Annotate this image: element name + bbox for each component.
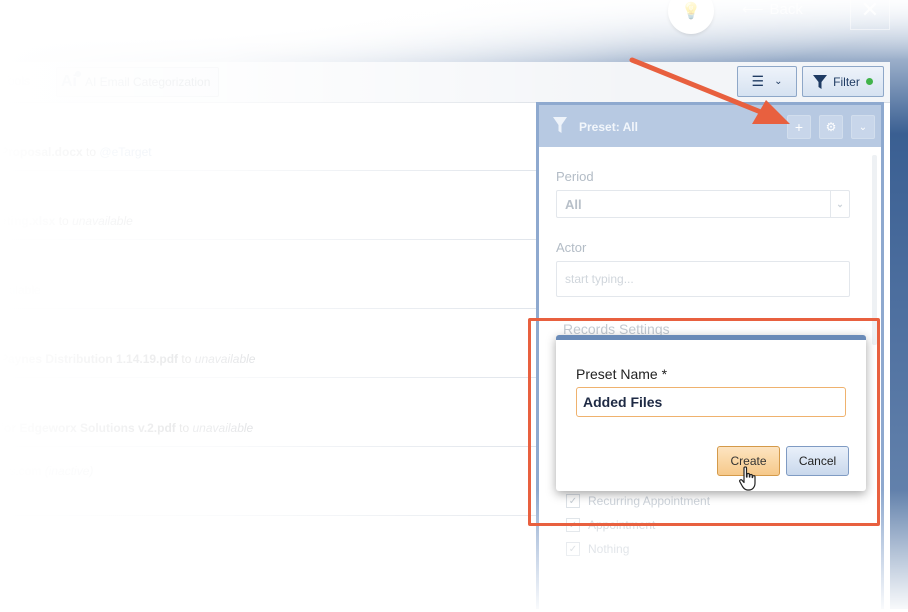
actor-label: Actor (556, 240, 587, 255)
chevron-down-icon: ⌄ (774, 76, 783, 87)
plus-icon: + (794, 119, 804, 135)
file-name: Paynes Distribution 1.14.19.pdf (0, 352, 179, 366)
hamburger-icon: ☰ (751, 73, 765, 89)
panel-scrollbar[interactable] (872, 155, 877, 345)
filter-active-dot (865, 78, 873, 85)
list-item[interactable]: Proposal.docx to @eTarget (0, 102, 538, 171)
funnel-icon (813, 74, 828, 89)
checkbox-checked-icon[interactable]: ✓ (566, 542, 580, 556)
period-label: Period (556, 169, 594, 184)
list-item[interactable]: Paynes Distribution 1.14.19.pdf to unava… (0, 309, 538, 378)
connector: to (179, 421, 190, 435)
status-text: (inactive) (44, 464, 94, 478)
close-icon: ✕ (860, 0, 880, 22)
lightbulb-icon: 💡 (681, 3, 701, 20)
period-select[interactable]: All ⌄ (556, 190, 850, 218)
add-preset-button[interactable]: + (787, 115, 811, 139)
connector: to (58, 214, 69, 228)
file-name: Proposal.docx (0, 145, 83, 159)
actor-placeholder: start typing... (565, 272, 634, 286)
preset-name-dialog: Preset Name * Create Cancel (556, 335, 866, 491)
hand-pointer-icon (739, 466, 756, 491)
filter-panel-header: Preset: All + ⚙ ⌄ (539, 105, 881, 147)
list-item[interactable]: ies.com (inactive) (0, 447, 538, 516)
close-button[interactable]: ✕ (850, 0, 890, 30)
list-item[interactable]: vailable (0, 240, 538, 309)
back-label: Back (769, 0, 803, 18)
cancel-button[interactable]: Cancel (786, 446, 849, 476)
target-text: vailable (0, 283, 41, 297)
tab-tools[interactable]: Tools (2, 74, 30, 88)
target-text: unavailable (192, 421, 254, 435)
list-item[interactable]: ✓ Nothing (556, 537, 850, 561)
preset-settings-button[interactable]: ⚙ (819, 115, 843, 139)
preset-name-input[interactable] (576, 387, 846, 417)
tab-ai-label: AI Email Categorization (85, 75, 211, 89)
chevron-down-icon: ⌄ (858, 121, 868, 133)
connector: to (86, 145, 97, 159)
funnel-icon (553, 117, 567, 133)
back-button[interactable]: ⟵ Back (742, 0, 832, 24)
list-item[interactable]: eting.xlsx to unavailable (0, 171, 538, 240)
actor-input[interactable]: start typing... (556, 261, 850, 297)
toolbar: Tools Ai AI Email Categorization ☰ ⌄ Fil… (0, 62, 890, 103)
file-name: eting.xlsx (0, 214, 56, 228)
target-link[interactable]: @eTarget (99, 145, 151, 159)
list-item[interactable]: for Edgeworx Solutions v.2.pdf to unavai… (0, 378, 538, 447)
file-name: for Edgeworx Solutions v.2.pdf (0, 421, 176, 435)
menu-dropdown-button[interactable]: ☰ ⌄ (737, 66, 797, 97)
connector: to (181, 352, 192, 366)
chevron-down-icon: ⌄ (830, 191, 849, 217)
period-value: All (565, 197, 582, 212)
target-text: unavailable (72, 214, 133, 228)
preset-title: Preset: All (579, 120, 638, 134)
filter-label: Filter (833, 74, 860, 89)
email-text: ies.com (0, 464, 42, 478)
target-text: unavailable (194, 352, 256, 366)
ai-icon: Ai (61, 71, 81, 91)
filter-button[interactable]: Filter (802, 66, 884, 97)
preset-dropdown-button[interactable]: ⌄ (851, 115, 875, 139)
activity-list: Proposal.docx to @eTarget eting.xlsx to … (0, 102, 538, 516)
tab-ai-email-categorization[interactable]: Ai AI Email Categorization (56, 67, 220, 97)
gear-icon: ⚙ (825, 120, 837, 134)
preset-name-label: Preset Name * (576, 366, 668, 382)
back-arrow-icon: ⟵ (742, 1, 764, 18)
